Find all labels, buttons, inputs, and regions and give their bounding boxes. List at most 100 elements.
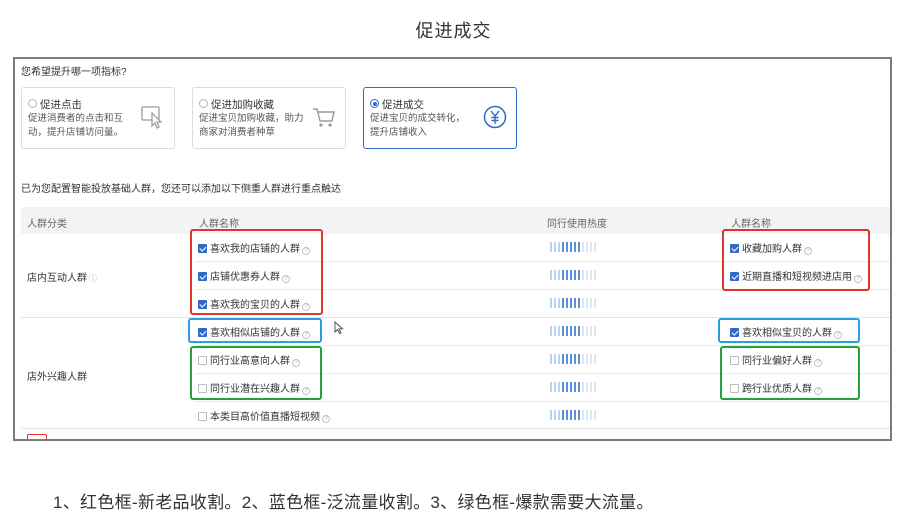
heat-bar <box>550 270 598 280</box>
category-label: 店内互动人群 <box>27 273 87 284</box>
checkbox-checked[interactable] <box>198 328 207 337</box>
heat-segment <box>558 242 560 252</box>
heat-segment <box>554 382 556 392</box>
checkbox-checked[interactable] <box>198 244 207 253</box>
goal-desc: 促进宝贝的成交转化，提升店铺收入 <box>370 113 466 138</box>
heat-segment <box>574 242 576 252</box>
heat-segment <box>566 382 568 392</box>
category-in-store: 店内互动人群 ⓘ <box>27 269 97 284</box>
heat-segment <box>582 298 584 308</box>
crowd-settings-panel: 您希望提升哪一项指标? 促进点击 促进消费者的点击和互动，提升店铺访问量。 促进… <box>13 57 892 441</box>
heat-segment <box>554 298 556 308</box>
heat-segment <box>550 298 552 308</box>
goal-card-cart[interactable]: 促进加购收藏 促进宝贝加购收藏，助力商家对消费者种草 <box>192 87 346 149</box>
heat-segment <box>558 298 560 308</box>
crowd-item-right[interactable]: 跨行业优质人群? <box>730 380 822 395</box>
heat-segment <box>590 382 592 392</box>
heat-segment <box>566 410 568 420</box>
crowd-item-left[interactable]: 同行业潜在兴趣人群? <box>198 380 310 395</box>
th-heat: 同行使用热度 <box>547 219 607 230</box>
row-divider <box>195 345 890 346</box>
th-crowd-name-right: 人群名称 <box>731 219 771 230</box>
heat-segment <box>594 270 596 280</box>
goal-radio-deal[interactable] <box>370 99 379 108</box>
crowd-item-left[interactable]: 喜欢我的店铺的人群? <box>198 240 310 255</box>
heat-segment <box>550 326 552 336</box>
crowd-item-right[interactable]: 同行业偏好人群? <box>730 352 822 367</box>
help-icon: ? <box>814 359 822 367</box>
checkbox-checked[interactable] <box>730 244 739 253</box>
crowd-label: 同行业偏好人群 <box>742 356 812 367</box>
checkbox-unchecked[interactable] <box>730 384 739 393</box>
heat-segment <box>594 382 596 392</box>
goal-title: 促进点击 <box>40 99 82 111</box>
heat-segment <box>574 298 576 308</box>
heat-segment <box>586 242 588 252</box>
heat-segment <box>562 354 564 364</box>
crowd-item-left[interactable]: 喜欢相似店铺的人群? <box>198 324 310 339</box>
crowd-item-right[interactable]: 收藏加购人群? <box>730 240 812 255</box>
crowd-label: 店铺优惠券人群 <box>210 272 280 283</box>
heat-segment <box>578 326 580 336</box>
checkbox-unchecked[interactable] <box>730 356 739 365</box>
crowd-item-left[interactable]: 同行业高意向人群? <box>198 352 300 367</box>
goal-radio-cart[interactable] <box>199 99 208 108</box>
heat-segment <box>566 298 568 308</box>
category-label: 店外兴趣人群 <box>27 372 87 383</box>
heat-segment <box>586 298 588 308</box>
heat-segment <box>550 270 552 280</box>
crowd-label: 喜欢我的宝贝的人群 <box>210 300 300 311</box>
heat-segment <box>558 326 560 336</box>
heat-segment <box>594 242 596 252</box>
heat-segment <box>590 354 592 364</box>
row-divider <box>195 401 890 402</box>
heat-segment <box>590 298 592 308</box>
help-icon: ? <box>804 247 812 255</box>
heat-segment <box>566 270 568 280</box>
checkbox-checked[interactable] <box>730 328 739 337</box>
heat-bar <box>550 410 598 420</box>
checkbox-checked[interactable] <box>198 272 207 281</box>
heat-segment <box>578 410 580 420</box>
crowd-item-right[interactable]: 近期直播和短视频进店用? <box>730 268 862 283</box>
checkbox-unchecked[interactable] <box>198 356 207 365</box>
heat-segment <box>574 410 576 420</box>
heat-segment <box>566 354 568 364</box>
heat-segment <box>566 326 568 336</box>
crowd-item-right[interactable]: 喜欢相似宝贝的人群? <box>730 324 842 339</box>
heat-segment <box>562 270 564 280</box>
heat-segment <box>574 382 576 392</box>
crowd-label: 同行业高意向人群 <box>210 356 290 367</box>
heat-segment <box>578 298 580 308</box>
crowd-item-left[interactable]: 店铺优惠券人群? <box>198 268 290 283</box>
checkbox-checked[interactable] <box>198 300 207 309</box>
goal-question: 您希望提升哪一项指标? <box>21 67 127 78</box>
bottom-caption: 1、红色框-新老品收割。2、蓝色框-泛流量收割。3、绿色框-爆款需要大流量。 <box>53 493 654 512</box>
group-divider <box>21 428 890 429</box>
heat-segment <box>586 270 588 280</box>
crowd-label: 跨行业优质人群 <box>742 384 812 395</box>
crowd-item-left[interactable]: 本类目高价值直播短视频? <box>198 408 330 423</box>
heat-segment <box>582 270 584 280</box>
checkbox-unchecked[interactable] <box>198 412 207 421</box>
heat-segment <box>586 326 588 336</box>
crowd-item-left[interactable]: 喜欢我的宝贝的人群? <box>198 296 310 311</box>
goal-card-click[interactable]: 促进点击 促进消费者的点击和互动，提升店铺访问量。 <box>21 87 175 149</box>
crowd-label: 同行业潜在兴趣人群 <box>210 384 300 395</box>
heat-segment <box>574 270 576 280</box>
help-icon: ? <box>854 275 862 283</box>
goal-card-deal[interactable]: 促进成交 促进宝贝的成交转化，提升店铺收入 <box>363 87 517 149</box>
heat-segment <box>550 242 552 252</box>
row-divider <box>195 373 890 374</box>
goal-radio-click[interactable] <box>28 99 37 108</box>
th-crowd-name: 人群名称 <box>199 219 239 230</box>
heat-segment <box>574 354 576 364</box>
help-icon: ? <box>302 387 310 395</box>
checkbox-unchecked[interactable] <box>198 384 207 393</box>
help-icon: ? <box>302 331 310 339</box>
heat-segment <box>578 382 580 392</box>
crowd-label: 本类目高价值直播短视频 <box>210 412 320 423</box>
heat-segment <box>562 382 564 392</box>
checkbox-checked[interactable] <box>730 272 739 281</box>
heat-segment <box>574 326 576 336</box>
